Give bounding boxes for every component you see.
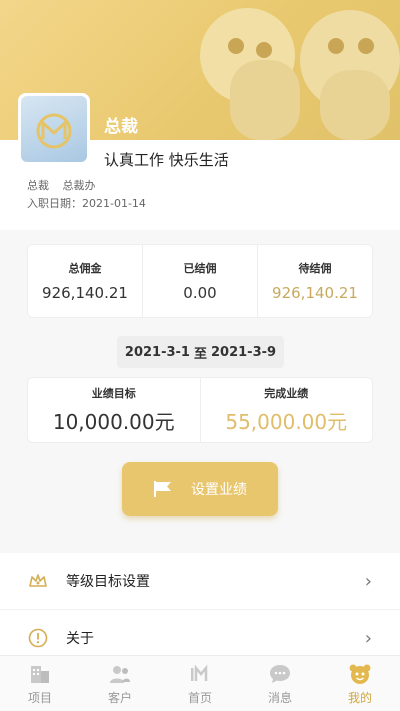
tab-mine-label: 我的 bbox=[347, 690, 372, 705]
chevron-right-icon: › bbox=[364, 570, 372, 592]
performance-target: 业绩目标 10,000.00元 bbox=[28, 378, 200, 442]
crown-icon bbox=[29, 574, 47, 587]
mascot-left-body bbox=[230, 60, 300, 140]
settled-commission[interactable]: 已结佣 0.00 bbox=[142, 245, 257, 317]
tab-projects[interactable]: 项目 bbox=[0, 656, 80, 711]
settings-list: 等级目标设置 › 关于 › bbox=[0, 553, 400, 667]
set-performance-button[interactable]: 设置业绩 bbox=[122, 462, 278, 516]
tab-home[interactable]: 首页 bbox=[160, 656, 240, 711]
pending-commission-label: 待结佣 bbox=[298, 262, 332, 275]
date-range-separator: 至 bbox=[193, 346, 207, 362]
date-range-start: 2021-3-1 bbox=[124, 344, 190, 360]
tab-customers-label: 客户 bbox=[107, 690, 132, 705]
company-logo-icon bbox=[36, 113, 72, 149]
mascot-right-body bbox=[320, 70, 390, 140]
home-logo-icon bbox=[191, 664, 208, 681]
info-icon bbox=[28, 628, 48, 648]
date-range-selector[interactable]: 2021-3-1 至 2021-3-9 bbox=[117, 336, 284, 368]
mascot-eye bbox=[328, 38, 344, 54]
chevron-right-icon: › bbox=[364, 627, 372, 649]
settled-commission-label: 已结佣 bbox=[183, 262, 217, 275]
hire-date: 入职日期：2021-01-14 bbox=[27, 195, 146, 211]
tab-customers[interactable]: 客户 bbox=[80, 656, 160, 711]
mascot-eye bbox=[256, 42, 272, 58]
mascot-eye bbox=[358, 38, 374, 54]
user-department: 总裁办 bbox=[62, 179, 96, 192]
hire-date-label: 入职日期： bbox=[27, 197, 82, 210]
tab-messages-label: 消息 bbox=[267, 690, 292, 705]
total-commission-value: 926,140.21 bbox=[42, 284, 128, 302]
tab-mine[interactable]: 我的 bbox=[320, 656, 400, 711]
menu-item-level-target-label: 等级目标设置 bbox=[66, 574, 150, 590]
performance-target-value: 10,000.00元 bbox=[52, 410, 175, 434]
flag-icon bbox=[154, 481, 171, 497]
pending-commission-value: 926,140.21 bbox=[272, 284, 358, 302]
tab-home-label: 首页 bbox=[187, 690, 212, 705]
date-range-end: 2021-3-9 bbox=[211, 344, 277, 360]
performance-done-value: 55,000.00元 bbox=[225, 410, 348, 434]
settled-commission-value: 0.00 bbox=[183, 284, 217, 302]
menu-item-level-target[interactable]: 等级目标设置 › bbox=[0, 553, 400, 610]
users-icon bbox=[110, 665, 130, 683]
total-commission-label: 总佣金 bbox=[68, 262, 102, 275]
user-name: 总裁 bbox=[104, 117, 138, 137]
performance-done: 完成业绩 55,000.00元 bbox=[199, 378, 373, 442]
commission-card: 总佣金 926,140.21 已结佣 0.00 待结佣 926,140.21 bbox=[27, 244, 373, 318]
chat-icon bbox=[270, 664, 290, 683]
user-motto: 认真工作 快乐生活 bbox=[104, 151, 229, 169]
avatar[interactable] bbox=[18, 93, 90, 165]
user-position-department: 总裁 总裁办 bbox=[27, 177, 106, 193]
mascot-icon bbox=[349, 664, 371, 684]
user-position: 总裁 bbox=[27, 179, 49, 192]
pending-commission[interactable]: 待结佣 926,140.21 bbox=[257, 245, 372, 317]
hire-date-value: 2021-01-14 bbox=[82, 197, 146, 210]
set-performance-label: 设置业绩 bbox=[191, 482, 247, 498]
total-commission[interactable]: 总佣金 926,140.21 bbox=[28, 245, 142, 317]
performance-card: 业绩目标 10,000.00元 完成业绩 55,000.00元 bbox=[27, 377, 373, 443]
menu-item-about-label: 关于 bbox=[66, 631, 94, 647]
performance-target-label: 业绩目标 bbox=[91, 387, 136, 400]
bottom-tab-bar: 项目 客户 首页 消息 我的 bbox=[0, 655, 400, 711]
performance-done-label: 完成业绩 bbox=[264, 387, 309, 400]
tab-messages[interactable]: 消息 bbox=[240, 656, 320, 711]
mascot-eye bbox=[228, 38, 244, 54]
building-icon bbox=[31, 665, 49, 683]
tab-projects-label: 项目 bbox=[27, 690, 52, 705]
